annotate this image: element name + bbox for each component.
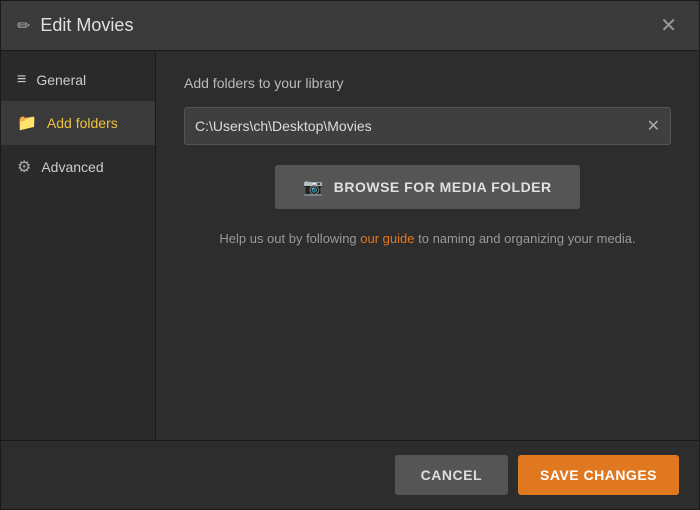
- dialog-body: ≡ General 📁 Add folders ⚙ Advanced Add f…: [1, 51, 699, 440]
- our-guide-link[interactable]: our guide: [360, 231, 414, 246]
- dialog-title: Edit Movies: [40, 15, 133, 36]
- edit-movies-dialog: ✏ Edit Movies ✕ ≡ General 📁 Add folders …: [0, 0, 700, 510]
- help-text-after: to naming and organizing your media.: [415, 231, 636, 246]
- clear-folder-button[interactable]: ✕: [647, 116, 660, 136]
- close-button[interactable]: ✕: [654, 14, 683, 38]
- camera-icon: 📷: [303, 177, 323, 197]
- help-text: Help us out by following our guide to na…: [184, 231, 671, 246]
- dialog-title-area: ✏ Edit Movies: [17, 15, 133, 36]
- browse-for-media-folder-button[interactable]: 📷 BROWSE FOR MEDIA FOLDER: [275, 165, 579, 209]
- cancel-button[interactable]: CANCEL: [395, 455, 508, 495]
- gear-icon: ⚙: [17, 157, 31, 177]
- sidebar-item-add-folders-label: Add folders: [47, 115, 118, 131]
- save-changes-button[interactable]: SAVE CHANGES: [518, 455, 679, 495]
- sidebar-item-add-folders[interactable]: 📁 Add folders: [1, 101, 155, 145]
- dialog-header: ✏ Edit Movies ✕: [1, 1, 699, 51]
- sidebar-item-advanced-label: Advanced: [41, 159, 103, 175]
- sidebar: ≡ General 📁 Add folders ⚙ Advanced: [1, 51, 156, 440]
- folder-path-input[interactable]: [195, 118, 639, 134]
- dialog-footer: CANCEL SAVE CHANGES: [1, 440, 699, 509]
- menu-icon: ≡: [17, 71, 26, 89]
- edit-icon: ✏: [17, 16, 30, 36]
- sidebar-item-general[interactable]: ≡ General: [1, 59, 155, 101]
- section-label: Add folders to your library: [184, 75, 671, 91]
- help-text-before: Help us out by following: [219, 231, 360, 246]
- sidebar-item-general-label: General: [36, 72, 86, 88]
- browse-button-label: BROWSE FOR MEDIA FOLDER: [334, 179, 552, 195]
- sidebar-item-advanced[interactable]: ⚙ Advanced: [1, 145, 155, 189]
- folder-icon: 📁: [17, 113, 37, 133]
- main-content: Add folders to your library ✕ 📷 BROWSE F…: [156, 51, 699, 440]
- folder-input-row: ✕: [184, 107, 671, 145]
